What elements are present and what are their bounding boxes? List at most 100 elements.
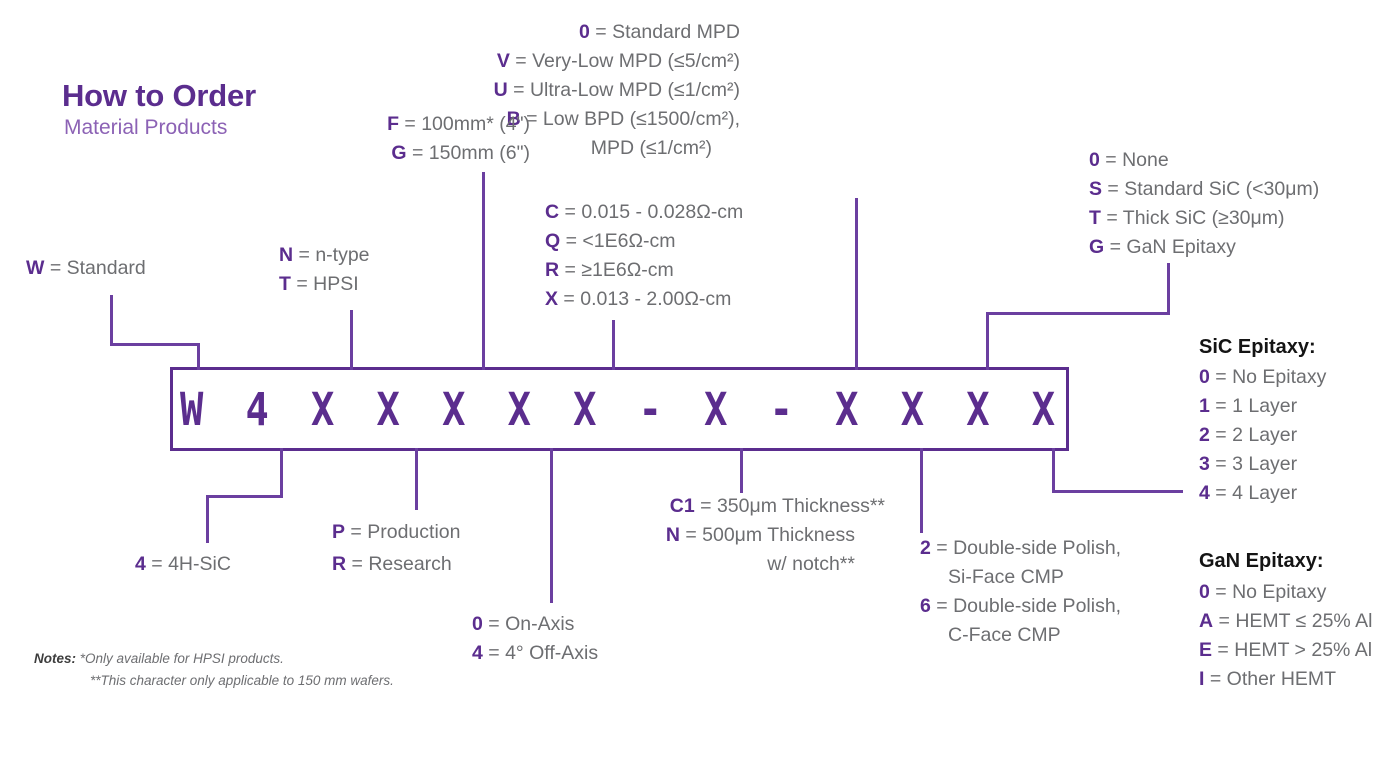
leader-epitaxy-v1: [1167, 263, 1170, 315]
thickness-key-1: N: [665, 524, 680, 546]
thickness-key-0: C1: [669, 495, 695, 517]
defect-text-0: = Standard MPD: [589, 21, 740, 43]
gan-epitaxy-key-1: A: [1199, 610, 1214, 632]
type-item-0: N = n-type: [279, 241, 370, 270]
grade-key-0: P: [332, 521, 346, 543]
resistivity-item-1: Q = <1E6Ω-cm: [545, 227, 676, 256]
sic-epitaxy-item-4: 4 = 4 Layer: [1199, 479, 1297, 508]
type-item-1: T = HPSI: [279, 270, 359, 299]
diameter-key-1: G: [391, 142, 407, 164]
sic-epitaxy-item-2: 2 = 2 Layer: [1199, 421, 1297, 450]
thickness-item-1: N = 500μm Thickness: [575, 521, 855, 550]
diameter-text-1: = 150mm (6"): [406, 142, 530, 164]
defect-text-3: = Low BPD (≤1500/cm²),: [520, 108, 740, 130]
thickness-item-2: w/ notch**: [575, 550, 855, 579]
epitaxy-item-3: G = GaN Epitaxy: [1089, 233, 1236, 262]
resistivity-text-3: = 0.013 - 2.00Ω-cm: [558, 288, 732, 310]
thickness-item-0: C1 = 350μm Thickness**: [575, 492, 885, 521]
type-key-0: N: [279, 244, 294, 266]
axis-key-1: 4: [472, 642, 483, 664]
resistivity-text-1: = <1E6Ω-cm: [560, 230, 676, 252]
defect-item-0: 0 = Standard MPD: [440, 18, 740, 47]
leader-sic-epitaxy-v1: [1052, 448, 1055, 493]
gan-epitaxy-item-2: E = HEMT > 25% Al: [1199, 636, 1372, 665]
diameter-text-0: = 100mm* (4"): [398, 113, 530, 135]
epitaxy-item-2: T = Thick SiC (≥30μm): [1089, 204, 1285, 233]
sic-epitaxy-text-3: = 3 Layer: [1209, 453, 1298, 475]
epitaxy-key-3: G: [1089, 236, 1105, 258]
leader-standard-h: [110, 343, 200, 346]
axis-item-1: 4 = 4° Off-Axis: [472, 639, 598, 668]
type-text-1: = HPSI: [290, 273, 359, 295]
polish-text-0: = Double-side Polish,: [930, 537, 1122, 559]
sic-epitaxy-key-4: 4: [1199, 482, 1210, 504]
polytype-text-0: = 4H-SiC: [145, 553, 231, 575]
axis-text-0: = On-Axis: [482, 613, 575, 635]
leader-polish: [920, 448, 923, 533]
page-title: How to Order: [62, 78, 256, 113]
leader-thickness: [740, 448, 743, 493]
polish-text-1: Si-Face CMP: [948, 566, 1064, 588]
sic-epitaxy-text-4: = 4 Layer: [1209, 482, 1298, 504]
page-subtitle: Material Products: [64, 116, 228, 139]
sic-epitaxy-item-3: 3 = 3 Layer: [1199, 450, 1297, 479]
leader-standard-v2: [197, 343, 200, 370]
axis-text-1: = 4° Off-Axis: [482, 642, 599, 664]
sic-epitaxy-text-2: = 2 Layer: [1209, 424, 1298, 446]
defect-text-1: = Very-Low MPD (≤5/cm²): [509, 50, 740, 72]
standard-item-0: W = Standard: [26, 254, 146, 283]
defect-item-1: V = Very-Low MPD (≤5/cm²): [440, 47, 740, 76]
epitaxy-text-2: = Thick SiC (≥30μm): [1100, 207, 1285, 229]
notes-label: Notes:: [34, 651, 77, 666]
leader-epitaxy-h: [986, 312, 1170, 315]
resistivity-item-3: X = 0.013 - 2.00Ω-cm: [545, 285, 731, 314]
resistivity-item-0: C = 0.015 - 0.028Ω-cm: [545, 198, 743, 227]
diagram-canvas: How to Order Material Products 0 = Stand…: [0, 0, 1395, 757]
axis-item-0: 0 = On-Axis: [472, 610, 574, 639]
sic-epitaxy-text-0: = No Epitaxy: [1209, 366, 1327, 388]
leader-diameter: [482, 172, 485, 370]
part-number-box: W 4 X X X X X - X - X X X X: [170, 367, 1069, 451]
leader-epitaxy-v2: [986, 312, 989, 370]
gan-epitaxy-text-0: = No Epitaxy: [1209, 581, 1327, 603]
defect-text-2: = Ultra-Low MPD (≤1/cm²): [507, 79, 740, 101]
gan-epitaxy-key-0: 0: [1199, 581, 1210, 603]
type-key-1: T: [279, 273, 291, 295]
resistivity-key-0: C: [545, 201, 560, 223]
gan-epitaxy-text-1: = HEMT ≤ 25% Al: [1213, 610, 1373, 632]
epitaxy-key-2: T: [1089, 207, 1101, 229]
gan-epitaxy-text-2: = HEMT > 25% Al: [1212, 639, 1373, 661]
epitaxy-key-0: 0: [1089, 149, 1100, 171]
polish-item-1: Si-Face CMP: [948, 563, 1064, 592]
epitaxy-item-1: S = Standard SiC (<30μm): [1089, 175, 1319, 204]
sic-epitaxy-item-1: 1 = 1 Layer: [1199, 392, 1297, 421]
defect-key-2: U: [493, 79, 508, 101]
thickness-text-1: = 500μm Thickness: [679, 524, 855, 546]
grade-item-1: R = Research: [332, 550, 452, 579]
diameter-item-1: G = 150mm (6"): [260, 139, 530, 168]
polish-key-0: 2: [920, 537, 931, 559]
polish-item-3: C-Face CMP: [948, 621, 1061, 650]
resistivity-key-2: R: [545, 259, 560, 281]
polytype-key-0: 4: [135, 553, 146, 575]
grade-text-0: = Production: [345, 521, 461, 543]
sic-epitaxy-key-3: 3: [1199, 453, 1210, 475]
notes-line-1: *Only available for HPSI products.: [79, 651, 284, 666]
standard-text-0: = Standard: [44, 257, 146, 279]
gan-epitaxy-text-3: = Other HEMT: [1204, 668, 1337, 690]
gan-epitaxy-header: GaN Epitaxy:: [1199, 550, 1324, 572]
leader-defect: [855, 198, 858, 370]
leader-resistivity: [612, 320, 615, 370]
leader-sic-epitaxy-h: [1052, 490, 1183, 493]
defect-key-1: V: [496, 50, 510, 72]
sic-epitaxy-text-1: = 1 Layer: [1209, 395, 1298, 417]
sic-epitaxy-key-2: 2: [1199, 424, 1210, 446]
leader-type: [350, 310, 353, 370]
thickness-text-0: = 350μm Thickness**: [694, 495, 885, 517]
leader-polytype-h: [206, 495, 283, 498]
epitaxy-text-1: = Standard SiC (<30μm): [1102, 178, 1320, 200]
grade-text-1: = Research: [346, 553, 452, 575]
leader-grade: [415, 448, 418, 510]
epitaxy-text-0: = None: [1099, 149, 1169, 171]
sic-epitaxy-key-0: 0: [1199, 366, 1210, 388]
